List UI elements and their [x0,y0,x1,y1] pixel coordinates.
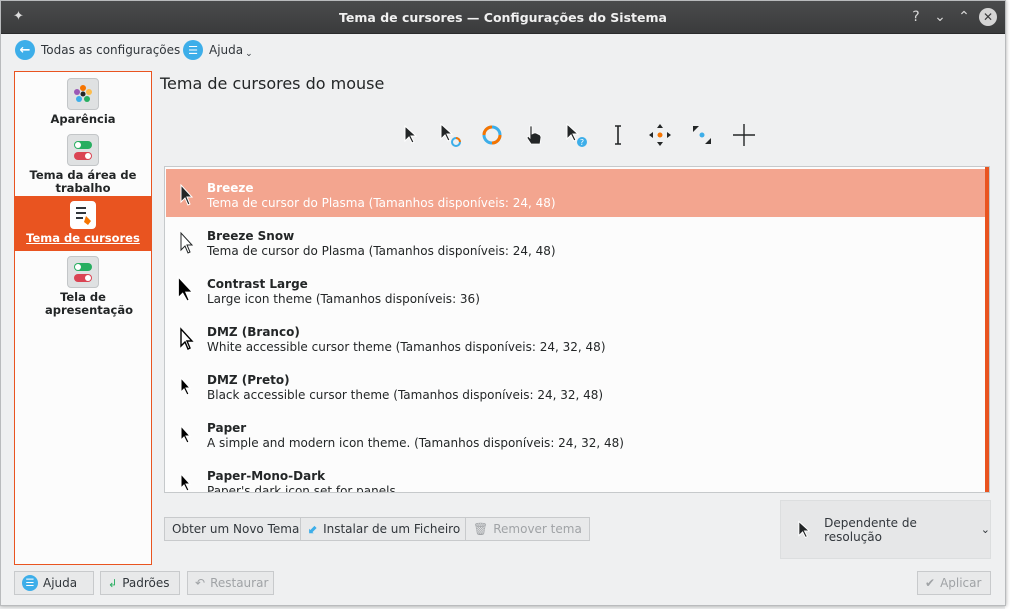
list-item[interactable]: Breeze Tema de cursor do Plasma (Tamanho… [166,169,986,217]
size-select-value: Dependente de resolução [824,515,917,544]
defaults-button[interactable]: ↲ Padrões [100,571,180,595]
move-cursor-icon[interactable] [646,119,674,151]
theme-name: Paper [207,421,247,435]
wait-cursor-icon[interactable] [478,119,506,151]
help-label: Ajuda [43,576,78,590]
theme-name: Paper-Mono-Dark [207,469,326,483]
appearance-icon [67,78,99,110]
sidebar-item-desktop-theme[interactable]: Tema da área de trabalho [15,134,151,195]
cursor-theme-list[interactable]: Breeze Tema de cursor do Plasma (Tamanho… [164,166,990,493]
dmz-white-cursor-icon [180,327,194,350]
theme-description: Large icon theme (Tamanhos disponíveis: … [207,292,480,306]
install-from-file-button[interactable]: ⬋ Instalar de um Ficheiro [300,517,469,541]
theme-description: White accessible cursor theme (Tamanhos … [207,340,606,354]
theme-description: Paper's dark icon set for panels [207,484,396,493]
page-title: Tema de cursores do mouse [160,74,385,93]
list-item[interactable]: Contrast Large Large icon theme (Tamanho… [166,265,986,313]
help-menu-button[interactable]: ☰ Ajuda ⌄ [183,39,253,61]
all-settings-button[interactable]: ← Todas as configurações [15,39,180,61]
top-toolbar: ← Todas as configurações ☰ Ajuda ⌄ [1,34,1005,66]
help-window-button[interactable]: ? [907,8,925,26]
window-title: Tema de cursores — Configurações do Sist… [339,10,667,25]
apply-label: Aplicar [940,576,982,590]
theme-description: A simple and modern icon theme. (Tamanho… [207,436,624,450]
paper-mono-dark-cursor-icon [180,472,192,492]
help-cursor-icon[interactable]: ? [562,119,590,151]
get-new-theme-label: Obter um Novo Tema [172,522,300,536]
help-menu-label: Ajuda [209,43,244,57]
busy-arrow-cursor-icon[interactable] [436,119,464,151]
theme-description: Tema de cursor do Plasma (Tamanhos dispo… [207,244,556,258]
toggles-icon [67,134,99,166]
list-item[interactable]: Paper-Mono-Dark Paper's dark icon set fo… [166,457,986,493]
close-button[interactable]: ✕ [979,8,997,26]
sidebar-item-splash-screen[interactable]: Tela de apresentação [15,256,151,318]
arrow-cursor-icon [798,520,811,538]
theme-name: DMZ (Branco) [207,325,300,339]
minimize-button[interactable]: ⌄ [931,8,949,26]
theme-description: Tema de cursor do Plasma (Tamanhos dispo… [207,196,556,210]
reset-label: Restaurar [210,576,269,590]
remove-theme-button[interactable]: 🗑 Remover tema [465,517,590,541]
crosshair-cursor-icon[interactable] [730,119,758,151]
install-label: Instalar de um Ficheiro [323,522,461,536]
list-item[interactable]: Paper A simple and modern icon theme. (T… [166,409,986,457]
all-settings-label: Todas as configurações [41,43,181,57]
scrollbar[interactable] [985,167,989,492]
text-cursor-icon[interactable] [604,119,632,151]
theme-description: Black accessible cursor theme (Tamanhos … [207,388,604,402]
trash-icon: 🗑 [473,522,489,536]
back-arrow-icon: ← [15,40,35,60]
menu-icon: ☰ [22,575,38,591]
dmz-black-cursor-icon [180,376,192,396]
defaults-label: Padrões [122,576,170,590]
list-item[interactable]: Breeze Snow Tema de cursor do Plasma (Ta… [166,217,986,265]
defaults-icon: ↲ [108,576,118,590]
chevron-down-icon: ⌄ [245,49,253,59]
theme-name: Contrast Large [207,277,308,291]
menu-icon: ☰ [183,40,203,60]
sidebar-item-label: Tema de cursores [26,231,140,245]
cursor-preview: ? [396,119,766,151]
help-button[interactable]: ☰ Ajuda [14,571,94,595]
sidebar: Aparência Tema da área de trabalho Tema … [14,71,152,565]
sidebar-item-label: Tema da área de trabalho [29,168,137,195]
list-item[interactable]: DMZ (Branco) White accessible cursor the… [166,313,986,361]
list-item[interactable]: DMZ (Preto) Black accessible cursor them… [166,361,986,409]
get-new-theme-button[interactable]: Obter um Novo Tema [164,517,308,541]
svg-text:?: ? [580,138,584,147]
sidebar-item-label: Tela de apresentação [45,290,134,317]
diagonal-resize-cursor-icon[interactable] [688,119,716,151]
system-settings-window: ✦ Tema de cursores — Configurações do Si… [0,0,1006,606]
undo-icon: ↶ [195,576,206,590]
cursor-size-select[interactable]: Dependente de resolução ⌄ [780,500,991,559]
arrow-cursor-icon[interactable] [396,119,424,151]
breeze-cursor-icon [180,183,194,206]
theme-name: Breeze Snow [207,229,295,243]
install-icon: ⬋ [308,522,319,536]
toggles-icon [67,256,99,288]
apply-button[interactable]: ✔ Aplicar [917,571,991,595]
contrast-large-cursor-icon [177,275,195,303]
title-bar: ✦ Tema de cursores — Configurações do Si… [1,1,1005,34]
sidebar-item-cursor-theme[interactable]: Tema de cursores [15,196,151,251]
theme-name: DMZ (Preto) [207,373,290,387]
maximize-button[interactable]: ⌃ [955,8,973,26]
reset-button[interactable]: ↶ Restaurar [187,571,274,595]
theme-name: Breeze [207,181,254,195]
check-icon: ✔ [925,576,936,590]
breeze-snow-cursor-icon [180,231,194,254]
remove-label: Remover tema [493,522,582,536]
hand-cursor-icon[interactable] [520,119,548,151]
cursor-theme-icon [70,201,96,229]
paper-cursor-icon [180,424,192,444]
sidebar-item-label: Aparência [50,112,116,126]
chevron-down-icon: ⌄ [980,523,990,536]
sidebar-item-appearance[interactable]: Aparência [15,78,151,134]
